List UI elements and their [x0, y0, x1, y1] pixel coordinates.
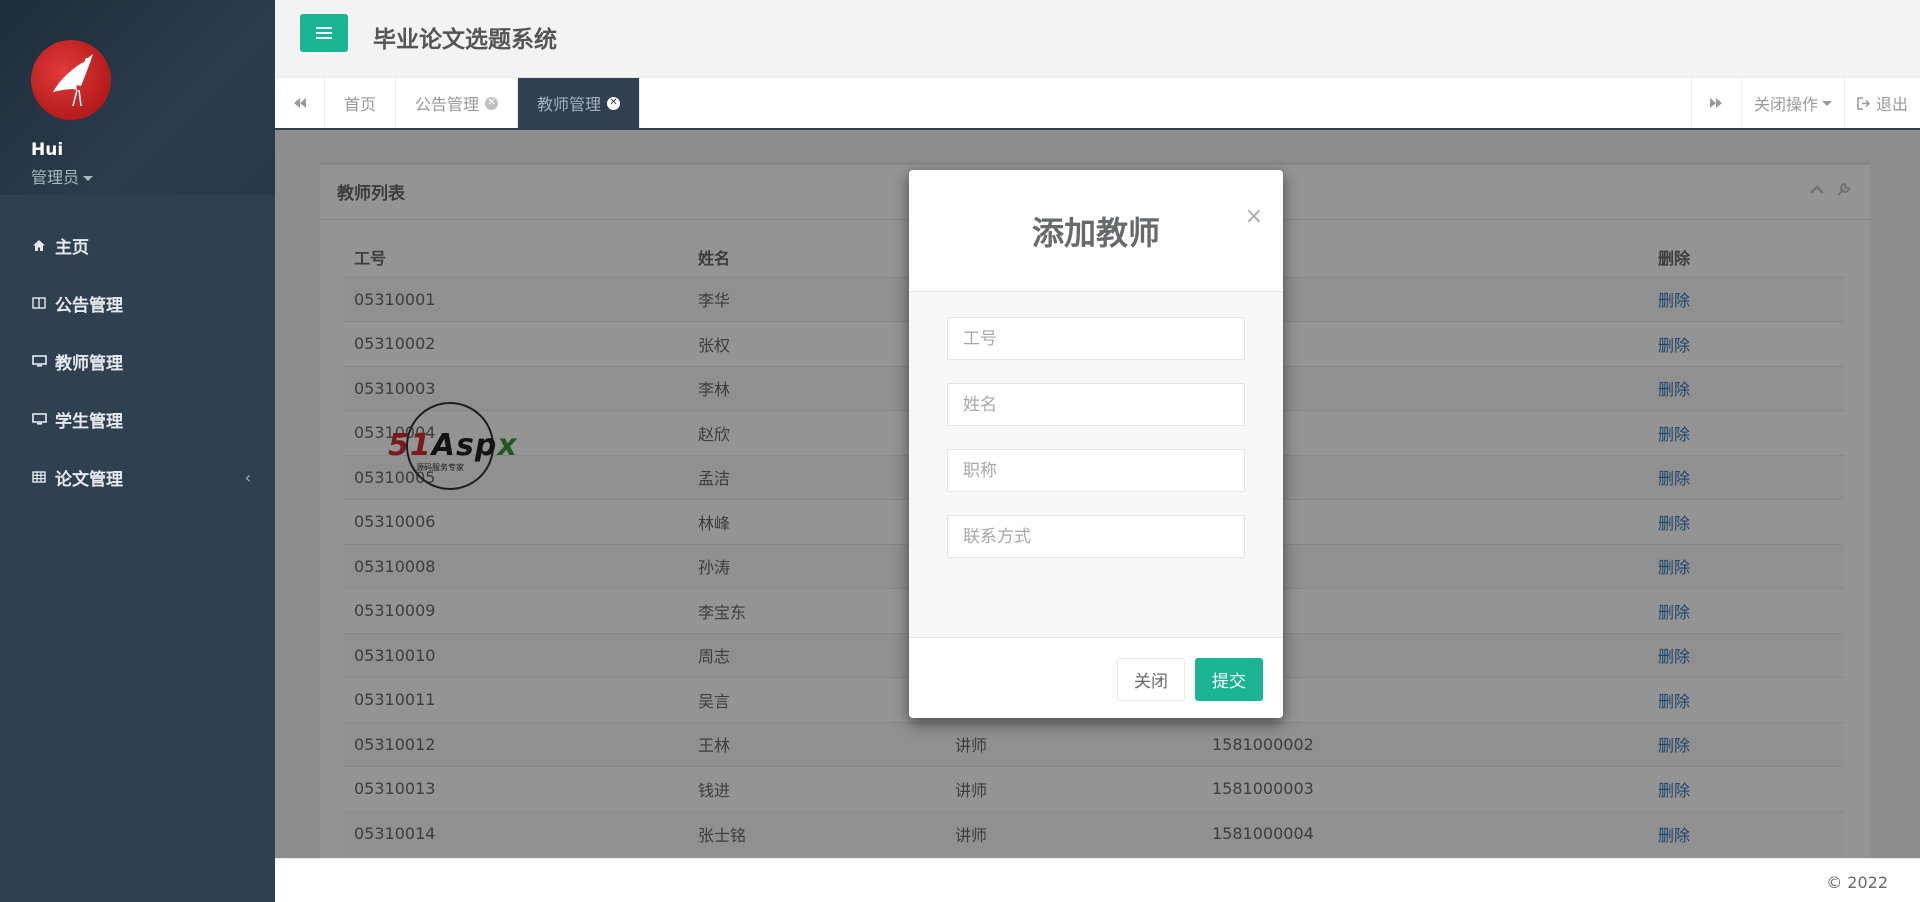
- backward-icon: [293, 98, 306, 108]
- tab-teachers[interactable]: 教师管理 ✕: [518, 78, 641, 128]
- sidebar-item-students[interactable]: 学生管理: [0, 390, 275, 448]
- submit-button[interactable]: 提交: [1195, 658, 1263, 701]
- hamburger-icon: [316, 32, 332, 34]
- tabs: 首页 公告管理 ✕ 教师管理 ✕: [325, 78, 641, 128]
- tab-actions: 关闭操作 退出: [1690, 78, 1920, 128]
- modal-body: [909, 292, 1283, 637]
- menu-toggle-button[interactable]: [300, 14, 348, 52]
- sidebar-item-announcements[interactable]: 公告管理: [0, 274, 275, 332]
- sidebar-item-label: 公告管理: [55, 295, 123, 316]
- chevron-left-icon: ‹: [244, 467, 251, 487]
- tab-label: 公告管理: [415, 95, 480, 114]
- sidebar: Hui 管理员 主页 公告管理 教师管理 学生管理 论文管理 ‹: [0, 0, 275, 902]
- tab-bar: 首页 公告管理 ✕ 教师管理 ✕ 关闭操作 退出: [275, 78, 1920, 130]
- home-icon: [31, 238, 47, 252]
- sign-out-icon: [1857, 96, 1871, 110]
- table-icon: [31, 470, 47, 484]
- sidebar-item-label: 教师管理: [55, 353, 123, 374]
- desktop-icon: [31, 354, 47, 368]
- sidebar-item-papers[interactable]: 论文管理 ‹: [0, 448, 275, 506]
- modal-footer: 关闭 提交: [909, 637, 1283, 718]
- teacher-title-input[interactable]: [947, 449, 1245, 492]
- role-label: 管理员: [31, 168, 80, 187]
- close-operations-dropdown[interactable]: 关闭操作: [1740, 78, 1844, 128]
- tab-scroll-left-button[interactable]: [275, 78, 325, 128]
- desktop-icon: [31, 412, 47, 426]
- caret-down-icon: [1821, 100, 1832, 106]
- tab-announcements[interactable]: 公告管理 ✕: [396, 78, 519, 128]
- close-button[interactable]: 关闭: [1117, 658, 1185, 701]
- caret-down-icon: [83, 176, 94, 181]
- logout-button[interactable]: 退出: [1843, 78, 1920, 128]
- sidebar-item-home[interactable]: 主页: [0, 216, 275, 274]
- tab-label: 教师管理: [537, 95, 602, 114]
- role-dropdown[interactable]: 管理员: [31, 164, 275, 188]
- copyright: © 2022: [1826, 873, 1888, 892]
- sidebar-nav: 主页 公告管理 教师管理 学生管理 论文管理 ‹: [0, 216, 275, 506]
- modal-title: 添加教师: [1031, 214, 1160, 252]
- sidebar-item-label: 主页: [55, 237, 89, 258]
- footer: © 2022: [275, 858, 1920, 902]
- logout-label: 退出: [1875, 95, 1908, 114]
- sidebar-item-label: 论文管理: [55, 469, 123, 490]
- teacher-contact-input[interactable]: [947, 515, 1245, 558]
- avatar[interactable]: [31, 40, 111, 120]
- columns-icon: [31, 296, 47, 310]
- profile-name: Hui: [31, 140, 64, 160]
- close-icon[interactable]: ×: [1245, 206, 1263, 228]
- crane-logo-icon: [53, 54, 93, 107]
- forward-icon: [1710, 98, 1723, 108]
- modal-header: 添加教师 ×: [909, 170, 1283, 292]
- top-navbar: 毕业论文选题系统: [275, 0, 1920, 78]
- sidebar-item-label: 学生管理: [55, 411, 123, 432]
- tab-label: 首页: [344, 95, 377, 114]
- profile-panel: Hui 管理员: [0, 0, 275, 195]
- close-operations-label: 关闭操作: [1753, 95, 1818, 114]
- tab-home[interactable]: 首页: [325, 78, 397, 128]
- close-tab-icon[interactable]: ✕: [485, 96, 499, 110]
- close-tab-icon[interactable]: ✕: [607, 96, 621, 110]
- add-teacher-modal: 添加教师 × 关闭 提交: [909, 170, 1283, 718]
- teacher-id-input[interactable]: [947, 317, 1245, 360]
- teacher-name-input[interactable]: [947, 383, 1245, 426]
- app-title: 毕业论文选题系统: [373, 27, 557, 53]
- tab-scroll-right-button[interactable]: [1690, 78, 1741, 128]
- sidebar-item-teachers[interactable]: 教师管理: [0, 332, 275, 390]
